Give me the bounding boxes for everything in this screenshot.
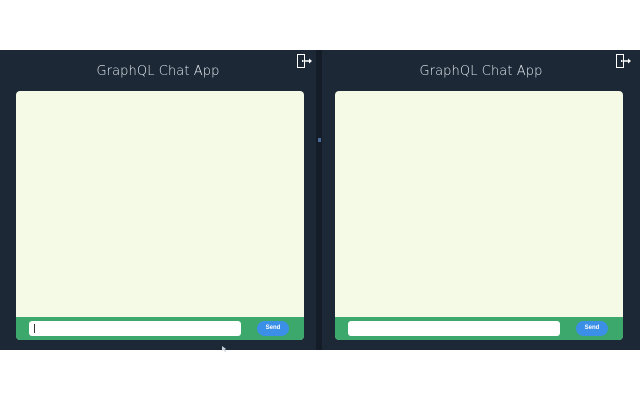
message-composer: Send: [335, 317, 623, 340]
app-title: GraphQL Chat App: [419, 64, 543, 79]
chat-window-right: GraphQL Chat App Send: [322, 50, 640, 350]
text-caret: [34, 324, 35, 333]
chat-panel: Send: [16, 91, 304, 340]
message-list: [16, 91, 304, 317]
logout-button[interactable]: [295, 53, 313, 69]
app-title: GraphQL Chat App: [96, 64, 220, 79]
door-exit-icon: [297, 54, 312, 68]
door-exit-icon: [616, 54, 631, 68]
screen-recording-area: GraphQL Chat App Send GraphQL Chat App S…: [0, 50, 640, 352]
chat-panel: Send: [335, 91, 623, 340]
send-button[interactable]: Send: [257, 321, 289, 336]
chat-window-left: GraphQL Chat App Send: [0, 50, 316, 350]
message-composer: Send: [16, 317, 304, 340]
message-input[interactable]: [348, 321, 560, 336]
divider-marker: [318, 138, 321, 142]
mouse-pointer-icon: [222, 346, 227, 352]
message-list: [335, 91, 623, 317]
logout-button[interactable]: [614, 53, 632, 69]
send-button[interactable]: Send: [576, 321, 608, 336]
message-input[interactable]: [29, 321, 241, 336]
